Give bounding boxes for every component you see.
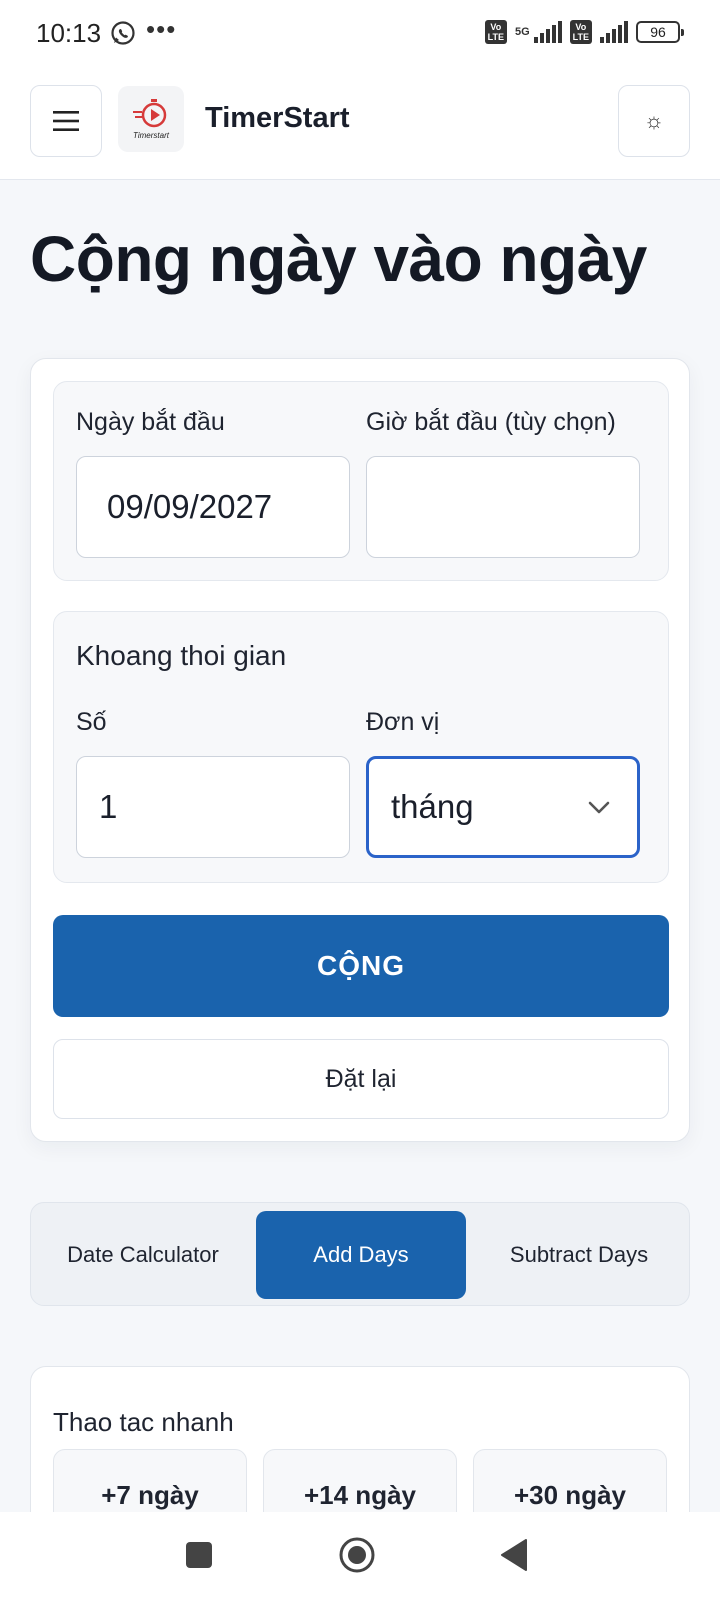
status-time: 10:13 — [36, 18, 102, 48]
start-date-label: Ngày bắt đầu — [76, 408, 225, 436]
recent-apps-icon[interactable] — [186, 1542, 212, 1568]
back-icon[interactable] — [500, 1538, 528, 1572]
quick-actions-title: Thao tac nhanh — [53, 1407, 234, 1437]
start-time-input[interactable] — [366, 456, 640, 558]
unit-value: tháng — [391, 788, 474, 825]
calculator-tabs: Date Calculator Add Days Subtract Days — [30, 1202, 690, 1306]
tab-subtract-days[interactable]: Subtract Days — [475, 1211, 683, 1299]
start-time-label: Giờ bắt đầu (tùy chọn) — [366, 408, 616, 436]
volte-icon-2: Vo LTE — [569, 20, 592, 44]
network-type: 5G — [514, 26, 530, 38]
tab-add-days[interactable]: Add Days — [256, 1211, 466, 1299]
start-datetime-group: Ngày bắt đầu Giờ bắt đầu (tùy chọn) 09/0… — [53, 381, 669, 581]
more-notifications-icon: ••• — [146, 14, 177, 44]
signal-icon-2 — [600, 21, 628, 43]
status-right: Vo LTE 5G Vo LTE 96 — [484, 20, 684, 44]
volte-icon: Vo LTE — [484, 20, 507, 44]
add-days-form-card: Ngày bắt đầu Giờ bắt đầu (tùy chọn) 09/0… — [30, 358, 690, 1142]
menu-button[interactable] — [30, 85, 102, 157]
hamburger-icon — [53, 111, 79, 131]
signal-icon — [533, 21, 562, 43]
page-title: Cộng ngày vào ngày — [30, 223, 647, 295]
app-logo: Timerstart — [118, 86, 184, 152]
reset-button[interactable]: Đặt lại — [53, 1039, 669, 1119]
add-button[interactable]: CỘNG — [53, 915, 669, 1017]
number-label: Số — [76, 708, 107, 736]
start-date-input[interactable]: 09/09/2027 — [76, 456, 350, 558]
interval-title: Khoang thoi gian — [76, 640, 287, 671]
sun-icon: ☼ — [643, 108, 665, 133]
screen: 10:13 ••• Vo LTE 5G Vo LTE 96 Timerstart… — [0, 0, 720, 1600]
app-title: TimerStart — [205, 102, 350, 134]
home-icon[interactable] — [338, 1536, 376, 1574]
unit-select[interactable]: tháng — [366, 756, 640, 858]
stopwatch-logo-icon: Timerstart — [133, 99, 170, 140]
number-value: 1 — [99, 788, 118, 825]
theme-toggle-button[interactable]: ☼ — [618, 85, 690, 157]
whatsapp-icon — [111, 21, 135, 45]
status-bar: 10:13 ••• Vo LTE 5G Vo LTE 96 — [0, 0, 720, 66]
app-header: Timerstart TimerStart ☼ — [0, 66, 720, 180]
start-date-value: 09/09/2027 — [107, 488, 273, 525]
tab-date-calculator[interactable]: Date Calculator — [39, 1211, 247, 1299]
unit-label: Đơn vị — [366, 708, 440, 736]
logo-text: Timerstart — [133, 131, 170, 140]
system-navigation-bar — [0, 1512, 720, 1600]
interval-group: Khoang thoi gian Số Đơn vị 1 tháng — [53, 611, 669, 883]
battery-icon: 96 — [636, 21, 684, 43]
number-input[interactable]: 1 — [76, 756, 350, 858]
chevron-down-icon — [588, 801, 610, 814]
